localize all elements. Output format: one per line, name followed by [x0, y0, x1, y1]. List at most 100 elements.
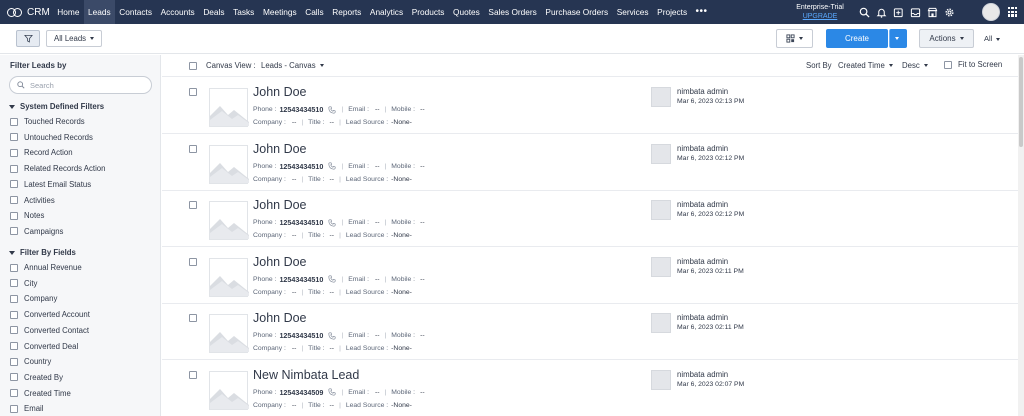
filter-checkbox[interactable]: [10, 211, 18, 220]
marketplace-icon[interactable]: [924, 4, 941, 20]
crm-logo[interactable]: CRM: [0, 7, 53, 18]
phone-value[interactable]: 12543434509: [279, 388, 323, 397]
nav-tab-tasks[interactable]: Tasks: [229, 0, 259, 24]
field-filter-converted-deal[interactable]: Converted Deal: [10, 342, 78, 351]
nav-tab-deals[interactable]: Deals: [199, 0, 229, 24]
lead-name-link[interactable]: John Doe: [253, 255, 307, 269]
phone-icon[interactable]: [328, 105, 336, 114]
field-filter-country[interactable]: Country: [10, 357, 51, 366]
system-filter-related-records-action[interactable]: Related Records Action: [10, 164, 105, 173]
lead-name-link[interactable]: John Doe: [253, 85, 307, 99]
filter-checkbox[interactable]: [10, 310, 18, 319]
field-filter-annual-revenue[interactable]: Annual Revenue: [10, 263, 82, 272]
filter-checkbox[interactable]: [10, 227, 18, 236]
nav-tab-analytics[interactable]: Analytics: [366, 0, 408, 24]
phone-value[interactable]: 12543434510: [279, 162, 323, 171]
filter-checkbox[interactable]: [10, 263, 18, 272]
nav-tab-leads[interactable]: Leads: [83, 0, 115, 24]
record-checkbox[interactable]: [189, 370, 197, 379]
system-filter-latest-email-status[interactable]: Latest Email Status: [10, 180, 91, 189]
nav-tab-home[interactable]: Home: [53, 0, 84, 24]
field-filter-created-time[interactable]: Created Time: [10, 389, 71, 398]
filter-toggle-button[interactable]: [16, 30, 40, 47]
system-filter-activities[interactable]: Activities: [10, 196, 55, 205]
system-filter-untouched-records[interactable]: Untouched Records: [10, 133, 93, 142]
nav-tab-meetings[interactable]: Meetings: [259, 0, 301, 24]
field-filter-converted-account[interactable]: Converted Account: [10, 310, 90, 319]
filter-checkbox[interactable]: [10, 373, 18, 382]
nav-tab-quotes[interactable]: Quotes: [449, 0, 484, 24]
app-launcher-icon[interactable]: [1008, 7, 1018, 17]
lead-record-card[interactable]: John Doe Phone :12543434510 | Email : -- | Mob…: [162, 191, 1018, 247]
view-switcher-button[interactable]: [776, 29, 813, 48]
system-filter-notes[interactable]: Notes: [10, 211, 44, 220]
field-filter-city[interactable]: City: [10, 279, 37, 288]
system-filter-campaigns[interactable]: Campaigns: [10, 227, 63, 236]
select-all-checkbox[interactable]: [189, 62, 197, 70]
nav-tab-calls[interactable]: Calls: [301, 0, 328, 24]
lead-record-card[interactable]: John Doe Phone :12543434510 | Email : -- | Mob…: [162, 135, 1018, 191]
filter-checkbox[interactable]: [10, 342, 18, 350]
field-filter-converted-contact[interactable]: Converted Contact: [10, 326, 89, 335]
records-per-page-dropdown[interactable]: All: [984, 34, 1001, 43]
upgrade-link[interactable]: UPGRADE: [789, 12, 851, 21]
record-checkbox[interactable]: [189, 144, 197, 153]
filter-checkbox[interactable]: [10, 117, 18, 126]
field-filter-company[interactable]: Company: [10, 294, 57, 303]
sort-direction-dropdown[interactable]: Desc: [902, 61, 928, 70]
lead-name-link[interactable]: John Doe: [253, 142, 307, 156]
filter-checkbox[interactable]: [10, 357, 18, 366]
system-filter-record-action[interactable]: Record Action: [10, 148, 73, 157]
canvas-view-dropdown[interactable]: Leads - Canvas: [261, 61, 324, 70]
phone-value[interactable]: 12543434510: [279, 105, 323, 114]
phone-icon[interactable]: [328, 388, 336, 396]
phone-value[interactable]: 12543434510: [279, 275, 323, 284]
calendar-add-icon[interactable]: [890, 4, 907, 20]
system-filters-header[interactable]: System Defined Filters: [9, 102, 104, 111]
fit-to-screen-toggle[interactable]: Fit to Screen: [944, 60, 1002, 69]
create-lead-dropdown[interactable]: [889, 29, 907, 48]
scrollbar-thumb[interactable]: [1019, 57, 1023, 147]
phone-icon[interactable]: [328, 218, 336, 227]
lead-record-card[interactable]: John Doe Phone :12543434510 | Email : -- | Mob…: [162, 304, 1018, 360]
lead-record-card[interactable]: New Nimbata Lead Phone :12543434509 | Email…: [162, 361, 1018, 416]
filter-checkbox[interactable]: [10, 180, 18, 189]
filter-checkbox[interactable]: [10, 389, 18, 398]
field-filter-created-by[interactable]: Created By: [10, 373, 63, 382]
nav-tab-products[interactable]: Products: [407, 0, 448, 24]
nav-tab-reports[interactable]: Reports: [328, 0, 366, 24]
more-modules-icon[interactable]: •••: [691, 0, 707, 24]
filter-checkbox[interactable]: [10, 294, 18, 303]
record-checkbox[interactable]: [189, 314, 197, 322]
field-filters-header[interactable]: Filter By Fields: [9, 248, 76, 257]
record-checkbox[interactable]: [189, 88, 197, 96]
actions-dropdown[interactable]: Actions: [919, 29, 974, 48]
filter-checkbox[interactable]: [10, 404, 18, 413]
lead-name-link[interactable]: John Doe: [253, 311, 307, 325]
filter-checkbox[interactable]: [10, 164, 18, 173]
filter-checkbox[interactable]: [10, 279, 18, 288]
filter-checkbox[interactable]: [10, 196, 18, 204]
record-checkbox[interactable]: [189, 201, 197, 209]
field-filter-email[interactable]: Email: [10, 404, 44, 413]
filter-checkbox[interactable]: [10, 326, 18, 335]
nav-tab-contacts[interactable]: Contacts: [115, 0, 156, 24]
phone-value[interactable]: 12543434510: [279, 218, 323, 227]
user-avatar[interactable]: [982, 3, 1000, 21]
lead-record-card[interactable]: John Doe Phone :12543434510 | Email : -- | Mob…: [162, 78, 1018, 134]
lead-record-card[interactable]: John Doe Phone :12543434510 | Email : -- | Mob…: [162, 248, 1018, 304]
create-lead-button[interactable]: Create Lead: [826, 29, 888, 62]
nav-tab-projects[interactable]: Projects: [653, 0, 692, 24]
filter-checkbox[interactable]: [10, 133, 18, 142]
fit-to-screen-checkbox[interactable]: [944, 60, 952, 69]
vertical-scrollbar[interactable]: [1018, 55, 1024, 416]
phone-value[interactable]: 12543434510: [279, 331, 323, 340]
inbox-icon[interactable]: [907, 4, 924, 20]
phone-icon[interactable]: [328, 331, 336, 340]
search-icon[interactable]: [856, 4, 873, 20]
filter-search-input[interactable]: Search: [9, 76, 152, 94]
system-filter-touched-records[interactable]: Touched Records: [10, 117, 85, 126]
nav-tab-sales-orders[interactable]: Sales Orders: [484, 0, 541, 24]
record-checkbox[interactable]: [189, 257, 197, 266]
phone-icon[interactable]: [328, 275, 336, 283]
